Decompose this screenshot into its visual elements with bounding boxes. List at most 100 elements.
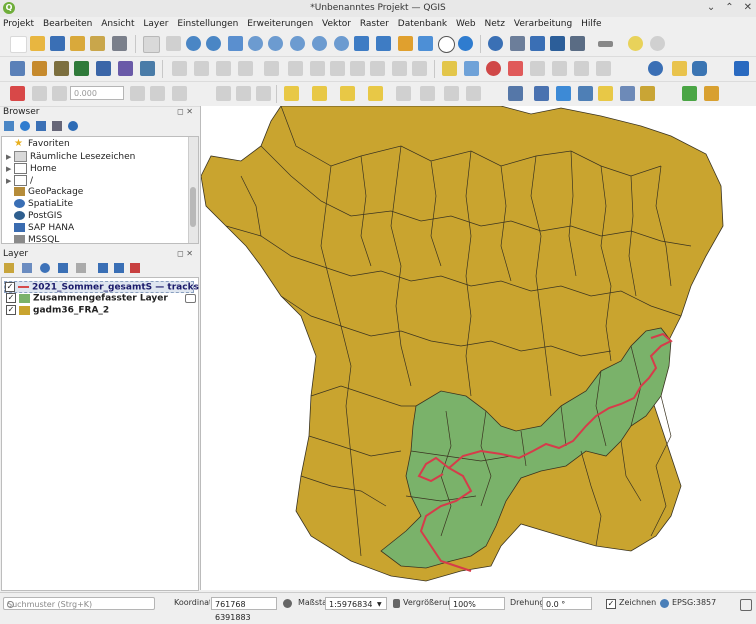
python-console-icon[interactable] [692, 61, 707, 76]
expand-all-icon[interactable] [98, 263, 108, 273]
lock-scale-icon[interactable] [393, 599, 400, 608]
text-shape-icon[interactable] [172, 86, 187, 101]
layer-item-merged[interactable]: ✓ Zusammengefasster Layer [6, 293, 168, 305]
grass-search-icon[interactable] [682, 86, 697, 101]
advanced-digitize-icon[interactable] [10, 86, 25, 101]
zoom-selection-icon[interactable] [248, 36, 263, 51]
undo-icon[interactable] [392, 61, 407, 76]
vector-tools-icon[interactable] [704, 86, 719, 101]
copy-features-icon[interactable] [350, 61, 365, 76]
digitize-icon[interactable] [74, 61, 89, 76]
annotation-icon[interactable] [650, 36, 665, 51]
browser-item-spatialite[interactable]: SpatiaLite [6, 199, 73, 211]
current-edits-icon[interactable] [172, 61, 187, 76]
menu-bearbeiten[interactable]: Bearbeiten [40, 17, 95, 31]
collapse-all-layers-icon[interactable] [114, 263, 124, 273]
menu-projekt[interactable]: Projekt [0, 17, 37, 31]
browser-item-root[interactable]: ▶ / [6, 175, 33, 187]
add-group-icon[interactable] [22, 263, 32, 273]
delete-selected-icon[interactable] [310, 61, 325, 76]
refresh-browser-icon[interactable] [20, 121, 30, 131]
filter-legend-icon[interactable] [58, 263, 68, 273]
menu-verarbeitung[interactable]: Verarbeitung [511, 17, 575, 31]
menu-raster[interactable]: Raster [357, 17, 392, 31]
map-canvas[interactable] [200, 105, 756, 590]
france-map[interactable] [200, 105, 756, 590]
label-rotate-icon[interactable] [530, 61, 545, 76]
tolerance-field[interactable]: 0.000 [70, 86, 124, 100]
maximize-icon[interactable]: ⌃ [725, 2, 733, 13]
abc-text-icon[interactable] [150, 86, 165, 101]
remove-layer-icon[interactable] [130, 263, 140, 273]
text-field-icon[interactable] [236, 86, 251, 101]
filter-browser-icon[interactable] [36, 121, 46, 131]
new-3d-view-icon[interactable] [376, 36, 391, 51]
rotation-spinbox[interactable]: 0.0 ° [542, 597, 592, 610]
locator-search-input[interactable]: Suchmuster (Strg+K) [3, 597, 155, 610]
zoom-in-icon[interactable] [186, 36, 201, 51]
menu-hilfe[interactable]: Hilfe [578, 17, 604, 31]
text-format-icon[interactable] [216, 86, 231, 101]
show-bookmarks-icon[interactable] [418, 36, 433, 51]
select-by-value-icon[interactable] [396, 86, 411, 101]
close-icon[interactable]: ✕ [744, 2, 752, 13]
browser-scrollbar[interactable] [188, 137, 198, 243]
identify-features-icon[interactable] [488, 36, 503, 51]
save-project-icon[interactable] [50, 36, 65, 51]
browser-item-saphana[interactable]: SAP HANA [6, 223, 74, 235]
expand-arrow-icon[interactable]: ▶ [6, 153, 14, 161]
virtual-layer-icon[interactable] [96, 61, 111, 76]
text-align-icon[interactable] [256, 86, 271, 101]
label-properties-icon[interactable] [596, 61, 611, 76]
render-checkbox[interactable]: ✓ [606, 599, 616, 609]
zoom-full-icon[interactable] [228, 36, 243, 51]
edit-features-icon[interactable] [578, 86, 593, 101]
browser-item-postgis[interactable]: PostGIS [6, 211, 62, 223]
temporal-controller-icon[interactable] [438, 36, 455, 53]
select-rectangle-icon[interactable] [284, 86, 299, 101]
snapping-icon[interactable] [32, 86, 47, 101]
expand-arrow-icon[interactable]: ▶ [6, 177, 14, 185]
label-show-hide-icon[interactable] [486, 61, 501, 76]
browser-tree[interactable]: ★ Favoriten ▶ Räumliche Lesezeichen ▶ Home … [1, 136, 199, 244]
annotation-text-icon[interactable] [620, 86, 635, 101]
menu-ansicht[interactable]: Ansicht [98, 17, 137, 31]
toggle-editing-icon[interactable] [194, 61, 209, 76]
add-selected-layers-icon[interactable] [4, 121, 14, 131]
browser-item-favorites[interactable]: ★ Favoriten [6, 139, 70, 151]
open-project-icon[interactable] [30, 36, 45, 51]
deselect-icon[interactable] [340, 86, 355, 101]
temporary-layer-icon[interactable] [185, 294, 196, 303]
coordinate-field[interactable]: 761768 6391883 [211, 597, 277, 622]
results-viewer-icon[interactable] [556, 86, 571, 101]
crs-globe-icon[interactable] [660, 599, 669, 608]
map-tips-icon[interactable] [628, 36, 643, 51]
save-edits-icon[interactable] [216, 61, 231, 76]
label-change-icon[interactable] [552, 61, 567, 76]
label-pin-icon[interactable] [464, 61, 479, 76]
diagram-icon[interactable] [574, 61, 589, 76]
metasearch-icon[interactable] [734, 61, 749, 76]
pan-to-selection-icon[interactable] [166, 36, 181, 51]
redo-icon[interactable] [412, 61, 427, 76]
new-geopackage-layer-icon[interactable] [32, 61, 47, 76]
layer-item-gadm[interactable]: ✓ gadm36_FRA_2 [6, 305, 109, 317]
menu-layer[interactable]: Layer [140, 17, 171, 31]
messages-icon[interactable] [740, 599, 752, 611]
layer-styling-icon[interactable] [4, 263, 14, 273]
self-snapping-icon[interactable] [130, 86, 145, 101]
manage-themes-icon[interactable] [40, 263, 50, 273]
new-print-layout-icon[interactable] [70, 36, 85, 51]
add-mesh-icon[interactable] [140, 61, 155, 76]
new-map-view-icon[interactable] [354, 36, 369, 51]
magnifier-spinbox[interactable]: 100% [449, 597, 505, 610]
attribute-table-icon[interactable] [510, 36, 525, 51]
zoom-layer-icon[interactable] [268, 36, 283, 51]
menu-erweiterungen[interactable]: Erweiterungen [244, 17, 316, 31]
more-tools-icon[interactable] [672, 61, 687, 76]
menu-netz[interactable]: Netz [482, 17, 509, 31]
zoom-native-icon[interactable] [290, 36, 305, 51]
modify-attributes-icon[interactable] [288, 61, 303, 76]
new-shapefile-layer-icon[interactable] [54, 61, 69, 76]
layer-visibility-checkbox[interactable]: ✓ [6, 293, 16, 303]
